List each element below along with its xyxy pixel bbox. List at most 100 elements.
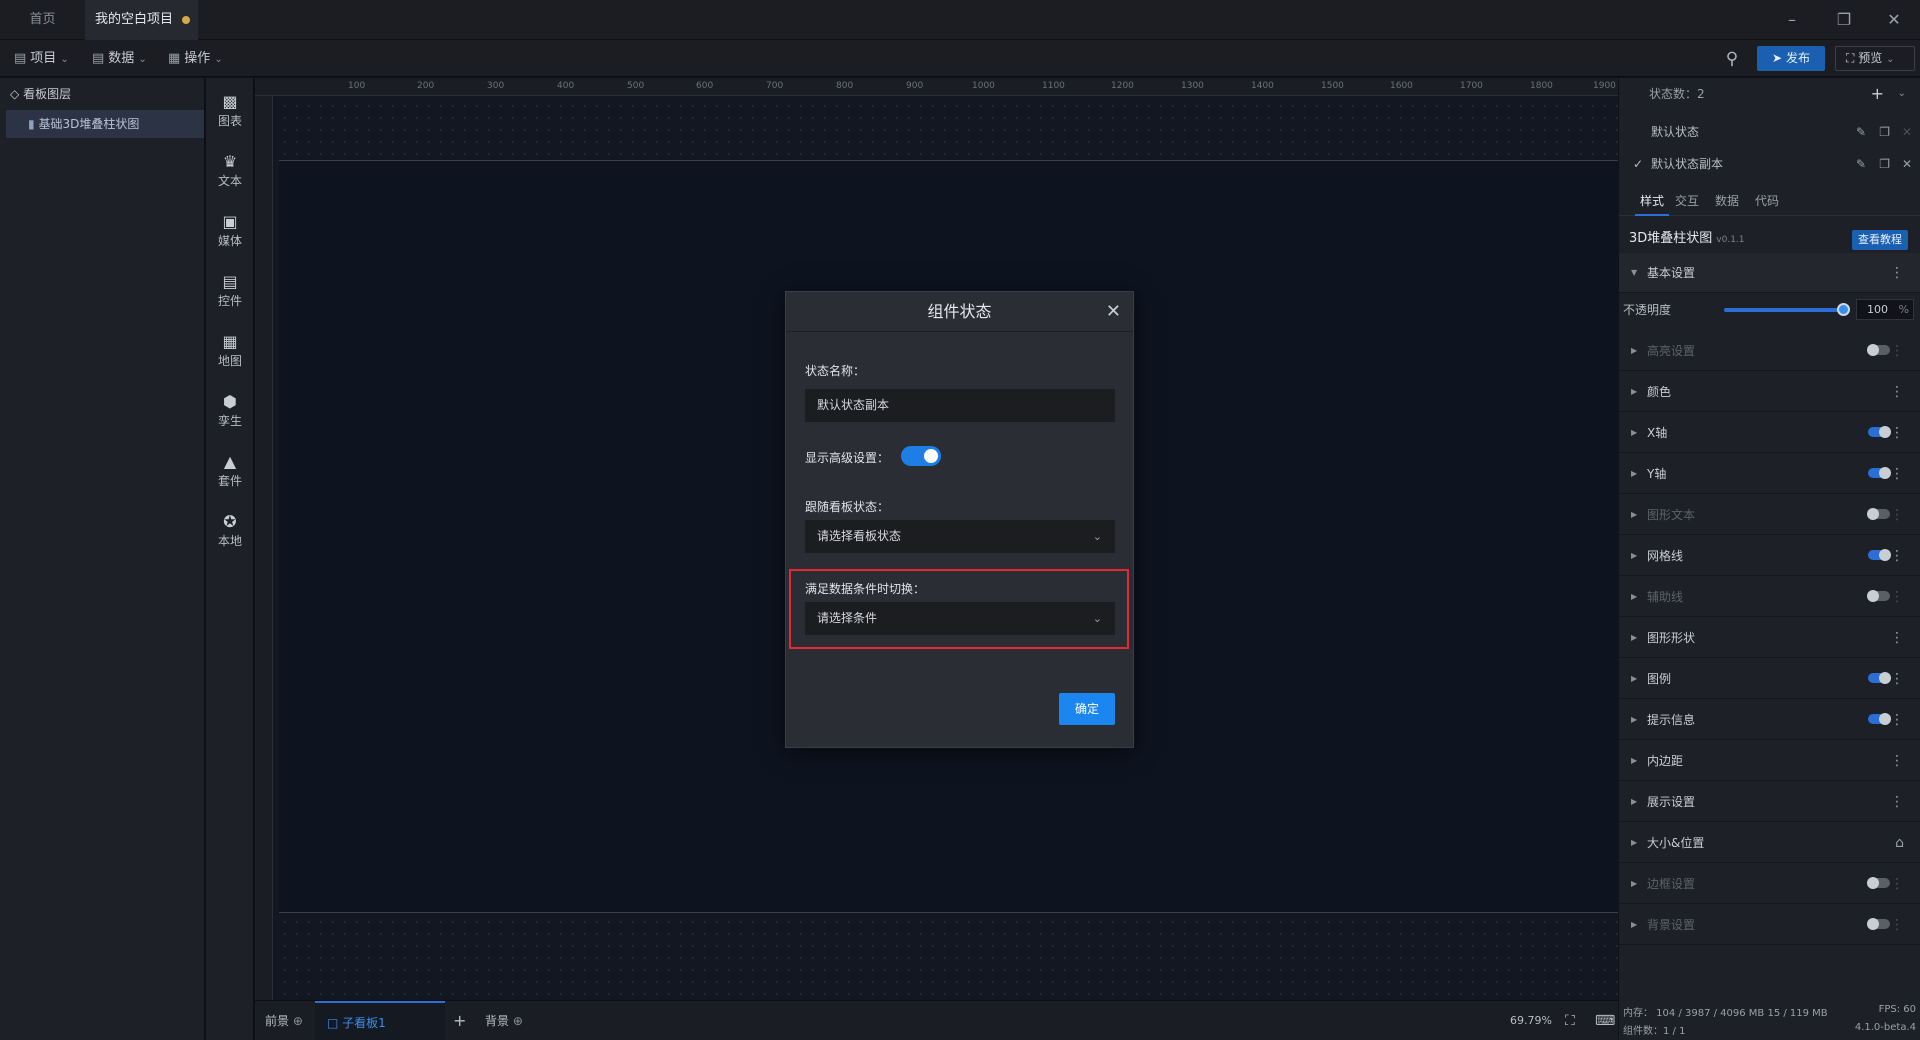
fit-screen-icon[interactable]: ⛶ [1565,1001,1575,1040]
subboard-tab[interactable]: □ 子看板1 [315,1001,445,1040]
component-map[interactable]: ▦ 地图 [206,332,254,369]
section-item[interactable]: ▶ 边框设置 ⋮ [1619,864,1920,904]
section-toggle[interactable] [1868,467,1891,479]
section-toggle[interactable] [1867,590,1890,602]
section-item[interactable]: ▶ 图形形状 ⋮ [1619,618,1920,658]
section-basic-settings[interactable]: ▼ 基本设置 ⋮ [1619,253,1920,293]
state-name-input[interactable]: 默认状态副本 [805,389,1115,422]
tab-style[interactable]: 样式 [1635,186,1669,216]
delete-icon[interactable]: ✕ [1902,116,1912,148]
advanced-settings-toggle[interactable] [901,446,941,466]
section-item[interactable]: ▶ Y轴 ⋮ [1619,454,1920,494]
section-toggle[interactable] [1868,426,1891,438]
right-panel: 状态数：2 + ⌄ 默认状态 ✎ ❐ ✕ ✓ 默认状态副本 ✎ ❐ ✕ 样式 交… [1619,78,1920,1040]
caret-right-icon: ▶ [1631,797,1638,806]
more-icon[interactable]: ⋮ [1890,577,1904,617]
component-local[interactable]: ✪ 本地 [206,512,254,549]
delete-icon[interactable]: ✕ [1902,148,1912,180]
tab-data[interactable]: 数据 [1715,186,1739,216]
tab-project[interactable]: 我的空白项目 [85,0,198,40]
section-toggle[interactable] [1868,549,1891,561]
opacity-slider-handle[interactable] [1837,303,1850,316]
tutorial-button[interactable]: 查看教程 [1852,230,1908,250]
copy-icon[interactable]: ❐ [1879,148,1890,180]
add-circle-icon[interactable]: ⊕ [293,1014,303,1028]
zoom-level[interactable]: 69.79% [1510,1001,1552,1040]
opacity-input[interactable]: 100% [1856,299,1914,320]
more-icon[interactable]: ⋮ [1890,454,1904,494]
section-toggle[interactable] [1868,672,1891,684]
edit-icon[interactable]: ✎ [1856,148,1866,180]
section-toggle[interactable] [1867,344,1890,356]
section-label: 图形文本 [1647,508,1696,522]
component-media[interactable]: ▣ 媒体 [206,212,254,249]
data-condition-select[interactable]: 请选择条件 ⌄ [805,602,1115,635]
section-item[interactable]: ▶ 网格线 ⋮ [1619,536,1920,576]
section-item[interactable]: ▶ 图例 ⋮ [1619,659,1920,699]
more-icon[interactable]: ⋮ [1890,495,1904,535]
section-toggle[interactable] [1868,713,1891,725]
section-item[interactable]: ▶ 背景设置 ⋮ [1619,905,1920,945]
minimize-icon[interactable]: – [1772,0,1812,40]
section-item[interactable]: ▶ 提示信息 ⋮ [1619,700,1920,740]
close-window-icon[interactable]: ✕ [1874,0,1914,40]
more-icon[interactable]: ⋮ [1890,618,1904,658]
add-icon[interactable]: + [453,1001,466,1040]
more-icon[interactable]: ⋮ [1890,905,1904,945]
confirm-button[interactable]: 确定 [1059,693,1115,725]
lock-icon[interactable]: ⌂ [1895,823,1904,863]
more-icon[interactable]: ⋮ [1890,331,1904,371]
publish-button[interactable]: ➤ 发布 [1757,46,1825,71]
section-item[interactable]: ▶ X轴 ⋮ [1619,413,1920,453]
add-circle-icon[interactable]: ⊕ [513,1014,523,1028]
tab-interaction[interactable]: 交互 [1675,186,1699,216]
chevron-down-icon[interactable]: ⌄ [1898,78,1906,110]
opacity-slider-track[interactable] [1724,308,1844,312]
menu-operation[interactable]: ▦ 操作 ⌄ [168,40,223,77]
section-toggle[interactable] [1867,877,1890,889]
section-item[interactable]: ▶ 图形文本 ⋮ [1619,495,1920,535]
section-item[interactable]: ▶ 内边距 ⋮ [1619,741,1920,781]
menu-data[interactable]: ▤ 数据 ⌄ [92,40,147,77]
more-icon[interactable]: ⋮ [1890,372,1904,412]
tab-code[interactable]: 代码 [1755,186,1779,216]
close-icon[interactable]: ✕ [1106,292,1121,332]
section-item[interactable]: ▶ 展示设置 ⋮ [1619,782,1920,822]
component-chart[interactable]: ▩ 图表 [206,92,254,129]
component-kit[interactable]: ▲ 套件 [206,452,254,489]
restore-icon[interactable]: ❐ [1824,0,1864,40]
section-item[interactable]: ▶ 颜色 ⋮ [1619,372,1920,412]
section-item[interactable]: ▶ 大小&位置 ⌂ [1619,823,1920,863]
section-item[interactable]: ▶ 高亮设置 ⋮ [1619,331,1920,371]
section-item[interactable]: ▶ 辅助线 ⋮ [1619,577,1920,617]
more-icon[interactable]: ⋮ [1890,536,1904,576]
more-icon[interactable]: ⋮ [1890,782,1904,822]
bottom-bar: 前景 ⊕ □ 子看板1 + 背景 ⊕ 69.79% ⛶ ⌨ [255,1000,1618,1040]
more-icon[interactable]: ⋮ [1890,700,1904,740]
search-icon[interactable]: ⚲ [1720,47,1744,71]
state-item[interactable]: 默认状态 ✎ ❐ ✕ [1619,116,1920,148]
foreground-tab[interactable]: 前景 ⊕ [265,1001,303,1040]
keyboard-icon[interactable]: ⌨ [1595,1001,1615,1040]
background-tab[interactable]: 背景 ⊕ [485,1001,523,1040]
more-icon[interactable]: ⋮ [1890,741,1904,781]
component-twin[interactable]: ⬢ 孪生 [206,392,254,429]
section-toggle[interactable] [1867,918,1890,930]
more-icon[interactable]: ⋮ [1890,413,1904,453]
edit-icon[interactable]: ✎ [1856,116,1866,148]
add-icon[interactable]: + [1871,78,1884,110]
more-icon[interactable]: ⋮ [1890,659,1904,699]
menu-project[interactable]: ▤ 项目 ⌄ [14,40,69,77]
follow-board-state-select[interactable]: 请选择看板状态 ⌄ [805,520,1115,553]
state-item[interactable]: ✓ 默认状态副本 ✎ ❐ ✕ [1619,148,1920,180]
ruler-tick: 300 [487,81,505,91]
component-text[interactable]: ♛ 文本 [206,152,254,189]
more-icon[interactable]: ⋮ [1890,864,1904,904]
tab-home[interactable]: 首页 [0,0,85,40]
preview-button[interactable]: ⛶ 预览 ⌄ [1835,46,1915,71]
layer-item[interactable]: ▮ 基础3D堆叠柱状图 [6,110,204,138]
more-icon[interactable]: ⋮ [1890,253,1904,293]
component-control[interactable]: ▤ 控件 [206,272,254,309]
copy-icon[interactable]: ❐ [1879,116,1890,148]
section-toggle[interactable] [1867,508,1890,520]
